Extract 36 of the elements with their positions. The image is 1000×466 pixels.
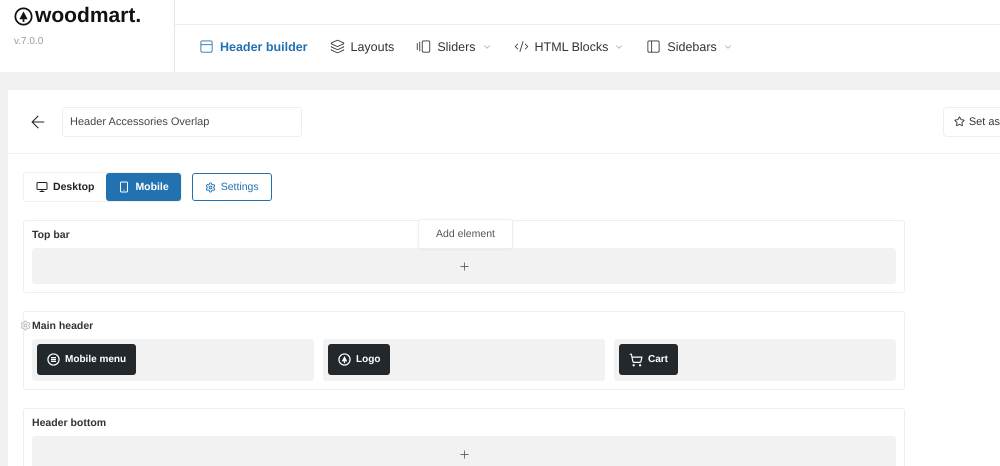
- settings-icon: [204, 182, 216, 192]
- settings-button[interactable]: Settings: [192, 173, 272, 201]
- set-as-button[interactable]: Set as: [942, 106, 1000, 136]
- version-label: v.7.0.0: [14, 36, 44, 47]
- brand-name: woodmart.: [35, 4, 142, 28]
- nav-link[interactable]: Sliders: [416, 39, 492, 54]
- plus-icon: [458, 260, 470, 272]
- star-icon: [954, 116, 965, 127]
- monitor-icon: [36, 181, 48, 193]
- element-button[interactable]: Logo: [328, 344, 390, 375]
- element-button[interactable]: Cart: [619, 344, 678, 375]
- device-tab[interactable]: Mobile: [106, 173, 181, 201]
- plus-icon: [458, 448, 470, 460]
- code-icon: [514, 39, 529, 54]
- phone-icon: [118, 181, 130, 193]
- tree-icon: [338, 353, 351, 366]
- row-title: Top bar: [32, 229, 70, 241]
- cart-icon: [629, 352, 643, 366]
- stacked-slides-icon: [416, 39, 432, 54]
- menu-icon: [47, 353, 60, 366]
- nav-link[interactable]: Sidebars: [646, 39, 733, 54]
- nav-link[interactable]: Layouts: [330, 39, 394, 54]
- add-element-button[interactable]: [32, 248, 896, 284]
- sidebar-icon: [646, 39, 662, 54]
- row-title: Main header: [32, 320, 94, 332]
- row-title: Header bottom: [32, 417, 106, 429]
- settings-icon[interactable]: [20, 320, 31, 331]
- nav-link[interactable]: Header builder: [199, 39, 308, 54]
- window-icon: [199, 39, 214, 54]
- title-field[interactable]: Header Accessories Overlap: [62, 106, 302, 136]
- tree-icon: [14, 6, 33, 26]
- tooltip: Add element: [418, 219, 513, 249]
- nav-link[interactable]: HTML Blocks: [514, 39, 624, 54]
- element-button[interactable]: Mobile menu: [37, 344, 136, 375]
- add-element-button[interactable]: [32, 436, 896, 466]
- layers-icon: [330, 39, 345, 54]
